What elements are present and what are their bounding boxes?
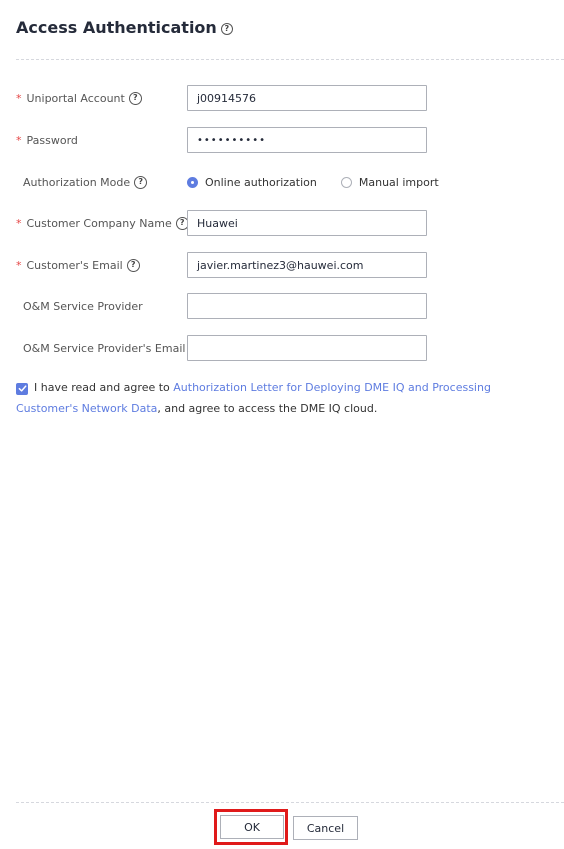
radio-manual-import[interactable]: Manual import	[340, 176, 439, 189]
dialog-title-text: Access Authentication	[16, 18, 217, 37]
authorization-mode-row: Authorization Mode ? Online authorizatio…	[0, 169, 564, 195]
help-icon[interactable]: ?	[126, 258, 140, 272]
radio-online-authorization[interactable]: Online authorization	[187, 176, 317, 189]
om-service-provider-row: O&M Service Provider	[0, 293, 564, 319]
required-marker: *	[16, 258, 22, 272]
uniportal-account-input[interactable]: j00914576	[187, 85, 427, 111]
customer-email-row: * Customer's Email ? javier.martinez3@ha…	[0, 252, 564, 278]
check-icon	[18, 385, 26, 392]
required-marker: *	[16, 216, 22, 230]
authorization-mode-radio-group: Online authorization Manual import	[187, 169, 439, 195]
customer-company-name-row: * Customer Company Name ? Huawei	[0, 210, 564, 236]
agreement-text: I have read and agree to Authorization L…	[16, 377, 536, 419]
radio-unselected-icon	[340, 176, 352, 188]
help-icon[interactable]: ?	[128, 91, 142, 105]
agreement-checkbox[interactable]	[16, 382, 28, 395]
radio-selected-icon	[187, 176, 198, 188]
customer-company-name-label: * Customer Company Name ?	[16, 210, 189, 236]
customer-email-label: * Customer's Email ?	[16, 252, 140, 278]
footer-divider	[16, 802, 564, 803]
om-service-provider-label: O&M Service Provider	[23, 299, 143, 313]
om-service-provider-input[interactable]	[187, 293, 427, 319]
password-input[interactable]: ••••••••••	[187, 127, 427, 153]
agreement-prefix: I have read and agree to	[34, 381, 174, 394]
om-service-provider-email-label: O&M Service Provider's Email	[23, 341, 186, 355]
cancel-button[interactable]: Cancel	[293, 816, 358, 840]
required-marker: *	[16, 91, 22, 105]
help-icon[interactable]: ?	[220, 22, 233, 35]
uniportal-account-label: * Uniportal Account ?	[16, 85, 142, 111]
uniportal-account-row: * Uniportal Account ? j00914576	[0, 85, 564, 111]
agreement-suffix: , and agree to access the DME IQ cloud.	[157, 402, 378, 415]
authorization-mode-label: Authorization Mode ?	[23, 169, 148, 195]
ok-button[interactable]: OK	[220, 815, 284, 839]
om-service-provider-email-input[interactable]	[187, 335, 427, 361]
om-service-provider-email-row: O&M Service Provider's Email	[0, 335, 564, 361]
password-label: * Password	[16, 133, 78, 147]
help-icon[interactable]: ?	[134, 175, 148, 189]
customer-email-input[interactable]: javier.martinez3@hauwei.com	[187, 252, 427, 278]
header-divider	[16, 59, 564, 60]
dialog-title: Access Authentication ?	[16, 18, 233, 37]
customer-company-name-input[interactable]: Huawei	[187, 210, 427, 236]
required-marker: *	[16, 133, 22, 147]
password-row: * Password ••••••••••	[0, 127, 564, 153]
